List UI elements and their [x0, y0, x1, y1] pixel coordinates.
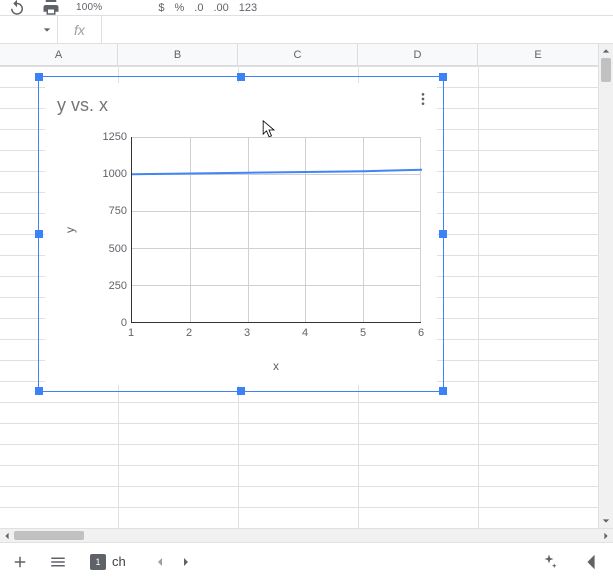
sheet-bar: 1 ch [0, 542, 613, 580]
horizontal-scrollbar[interactable] [0, 528, 613, 542]
sheet-tab[interactable]: 1 ch [82, 548, 134, 576]
x-tick: 1 [128, 327, 134, 339]
sparkle-icon [540, 553, 558, 571]
chart-title[interactable]: y vs. x [57, 95, 108, 116]
resize-handle-mr[interactable] [439, 230, 447, 238]
y-tick: 500 [93, 243, 127, 255]
percent-icon[interactable]: % [175, 2, 185, 14]
data-line [132, 137, 422, 323]
y-axis-label: y [63, 227, 77, 233]
column-headers: A B C D E [0, 44, 613, 66]
scroll-right-icon[interactable] [599, 529, 613, 542]
more-formats-button[interactable]: 123 [239, 2, 257, 14]
explore-button[interactable] [535, 548, 563, 576]
currency-icon[interactable]: $ [158, 2, 164, 14]
side-panel-toggle[interactable] [577, 548, 605, 576]
y-tick: 750 [93, 205, 127, 217]
toolbar: 100% $ % .0 .00 123 [0, 0, 613, 16]
zoom-level[interactable]: 100% [76, 2, 102, 13]
sheet-name: ch [112, 554, 126, 569]
y-tick: 1250 [93, 131, 127, 143]
chart-card: y vs. x y x 1250 1000 750 500 250 0 [45, 83, 437, 385]
column-header[interactable]: A [0, 44, 118, 65]
comment-badge: 1 [90, 554, 106, 570]
scroll-down-icon[interactable] [599, 514, 613, 528]
scroll-left-icon[interactable] [0, 529, 14, 542]
x-tick: 4 [302, 327, 308, 339]
column-header[interactable]: E [478, 44, 598, 65]
vertical-scrollbar[interactable] [598, 44, 613, 528]
vertical-scrollbar-thumb[interactable] [601, 58, 611, 82]
chevron-down-icon [43, 26, 51, 34]
y-axis-ticks: 1250 1000 750 500 250 0 [93, 137, 127, 323]
sheet-prev-button[interactable] [148, 550, 172, 574]
resize-handle-bc[interactable] [237, 387, 245, 395]
all-sheets-button[interactable] [44, 548, 72, 576]
decrease-decimal-icon[interactable]: .0 [194, 2, 203, 14]
chart-menu-button[interactable] [415, 91, 431, 107]
x-tick: 5 [360, 327, 366, 339]
plot-area [131, 137, 421, 323]
column-header[interactable]: D [358, 44, 478, 65]
x-tick: 6 [418, 327, 424, 339]
resize-handle-br[interactable] [439, 387, 447, 395]
print-icon[interactable] [42, 1, 60, 15]
menu-icon [49, 553, 67, 571]
column-header[interactable]: B [118, 44, 238, 65]
increase-decimal-button[interactable]: .00 [213, 2, 228, 14]
chevron-left-icon [155, 557, 165, 567]
resize-handle-ml[interactable] [35, 230, 43, 238]
undo-icon[interactable] [8, 1, 26, 15]
y-tick: 0 [93, 317, 127, 329]
more-vert-icon [415, 91, 431, 107]
chart-object[interactable]: y vs. x y x 1250 1000 750 500 250 0 [38, 76, 444, 392]
plus-icon [11, 553, 29, 571]
x-axis-ticks: 1 2 3 4 5 6 [131, 327, 421, 343]
sheet-next-button[interactable] [174, 550, 198, 574]
formula-bar: fx [0, 16, 613, 44]
x-axis-label: x [273, 359, 279, 373]
fx-label: fx [58, 16, 102, 43]
name-box[interactable] [0, 16, 58, 43]
spreadsheet-grid[interactable]: A B C D E y vs. x y x 1 2 [0, 44, 613, 528]
formula-input[interactable] [102, 16, 613, 43]
resize-handle-tc[interactable] [237, 73, 245, 81]
resize-handle-tr[interactable] [439, 73, 447, 81]
y-tick: 1000 [93, 168, 127, 180]
column-header[interactable]: C [238, 44, 358, 65]
x-tick: 3 [244, 327, 250, 339]
add-sheet-button[interactable] [6, 548, 34, 576]
x-tick: 2 [186, 327, 192, 339]
resize-handle-bl[interactable] [35, 387, 43, 395]
chevron-right-icon [181, 557, 191, 567]
y-tick: 250 [93, 280, 127, 292]
scroll-up-icon[interactable] [599, 44, 613, 58]
chevron-left-icon [582, 553, 600, 571]
resize-handle-tl[interactable] [35, 73, 43, 81]
horizontal-scrollbar-thumb[interactable] [14, 531, 84, 540]
